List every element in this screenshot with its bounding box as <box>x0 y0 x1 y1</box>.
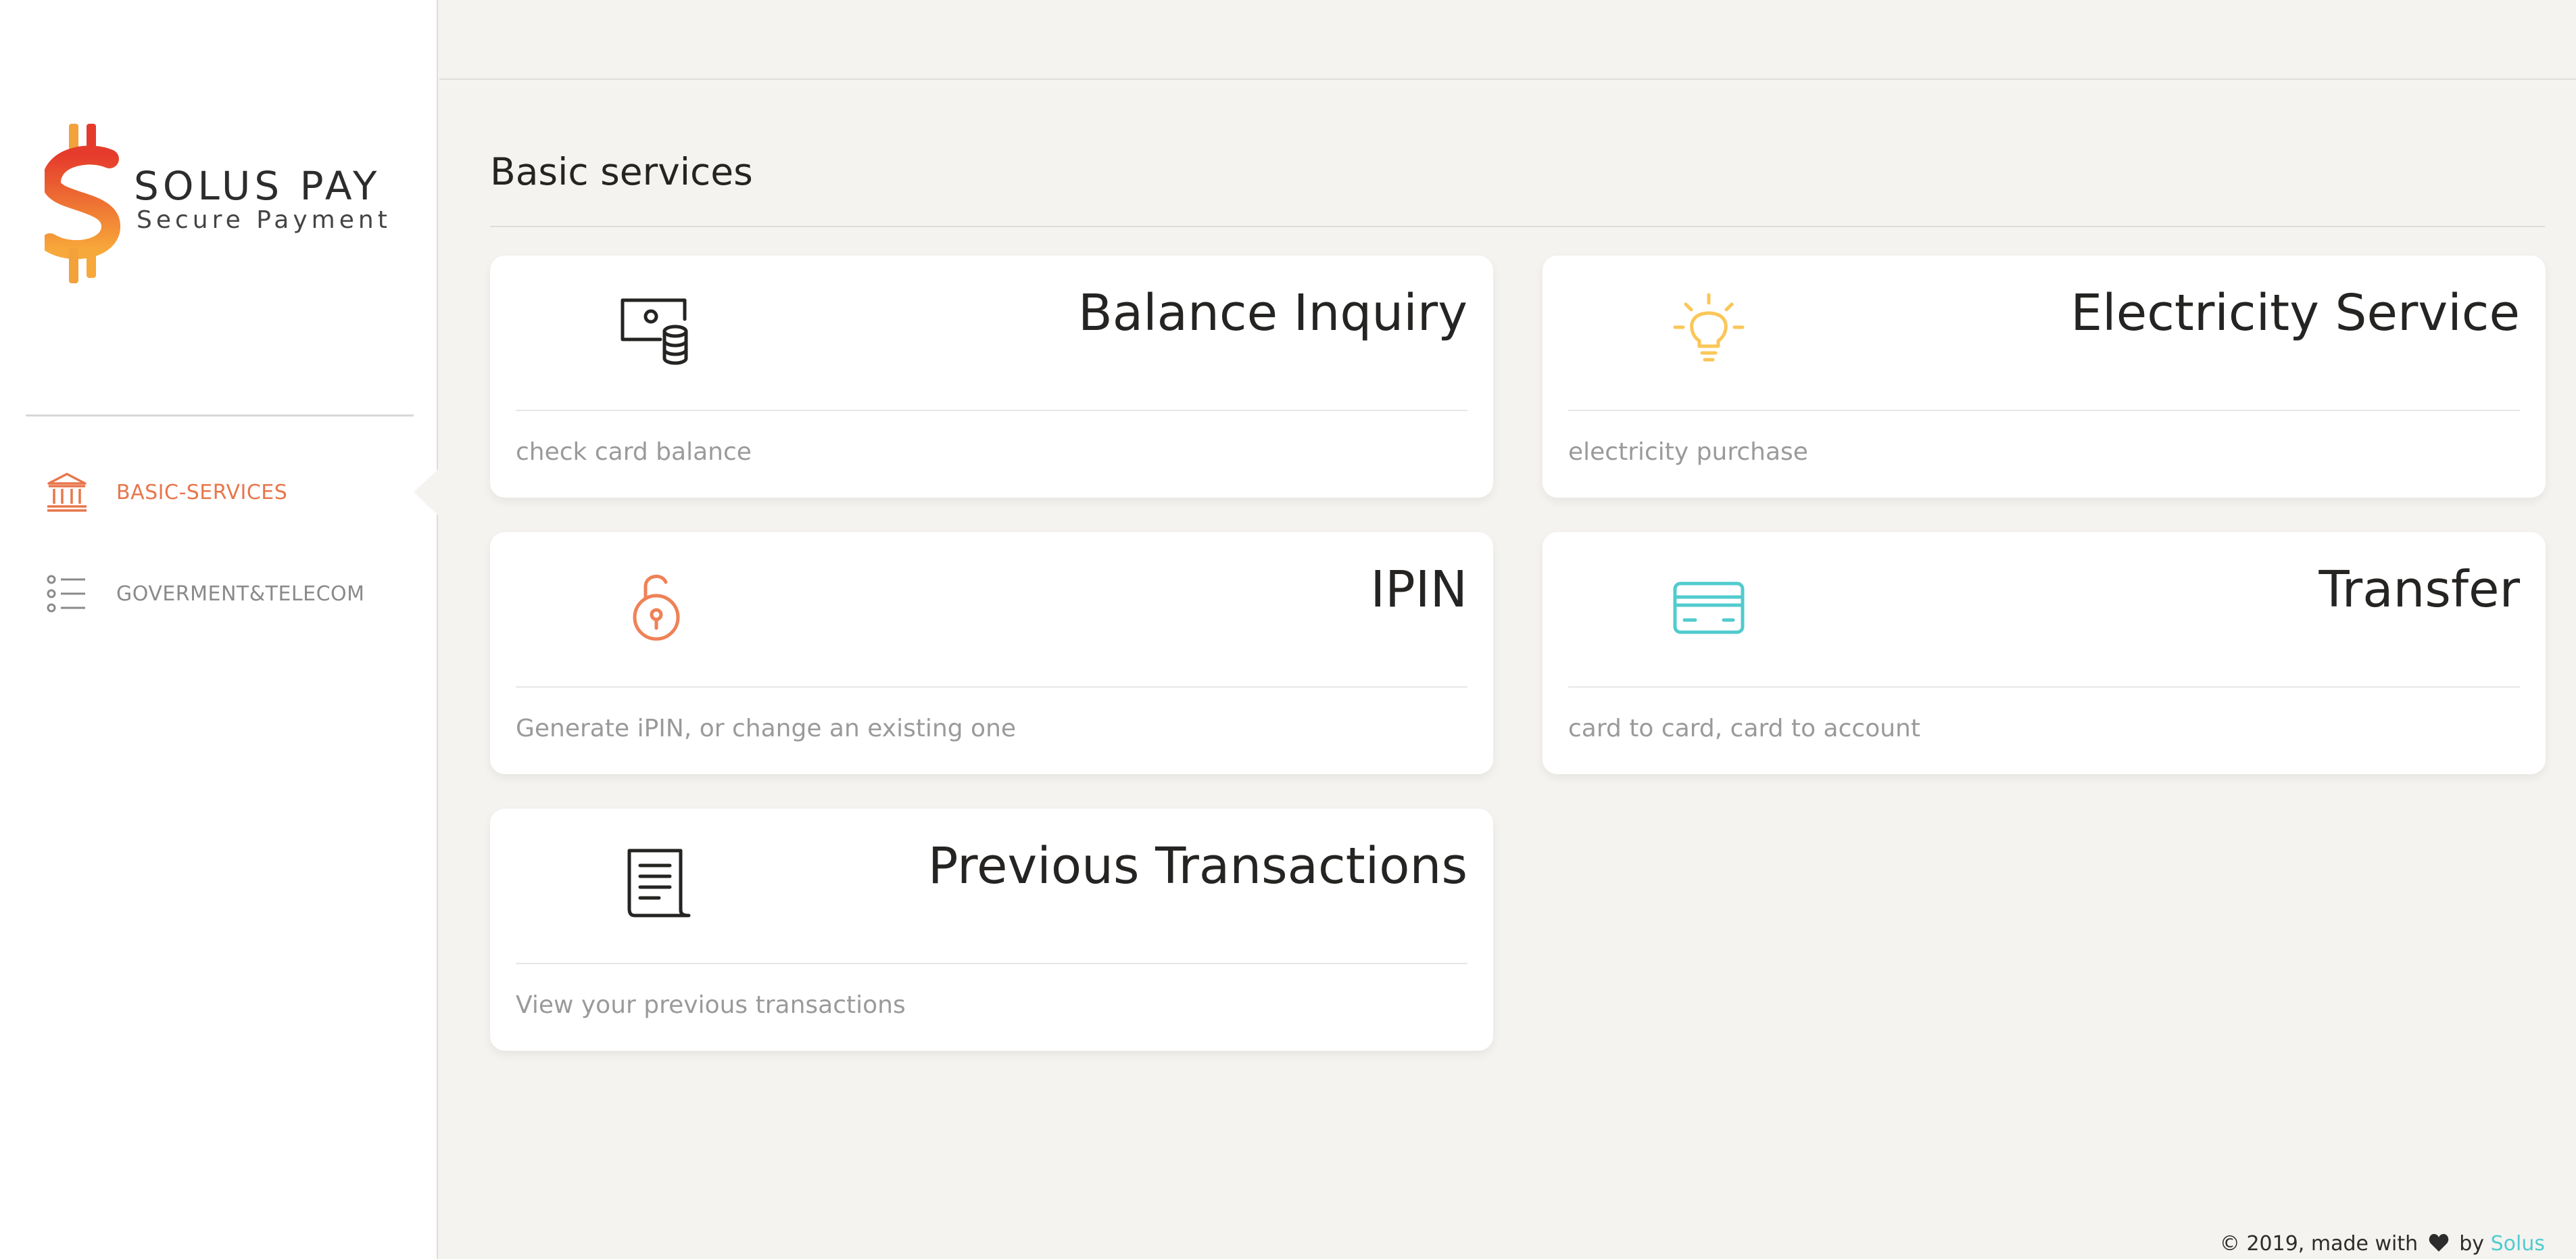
card-divider <box>1568 410 2520 411</box>
footer-credits: © 2019, made with by Solus <box>2220 1232 2545 1256</box>
sidebar: SOLUS PAY Secure Payment BASIC-SERVICES … <box>0 0 439 1259</box>
card-divider <box>516 963 1467 964</box>
active-indicator <box>414 468 439 517</box>
card-divider <box>1568 686 2520 688</box>
credit-card-icon <box>1673 581 1745 634</box>
page-title: Basic services <box>490 150 753 193</box>
previous-transactions-card[interactable]: Previous Transactions View your previous… <box>490 809 1493 1051</box>
sidebar-item-label: GOVERMENT&TELECOM <box>116 581 365 606</box>
card-description: View your previous transactions <box>516 991 906 1019</box>
card-description: card to card, card to account <box>1568 715 1920 742</box>
top-navbar <box>439 0 2576 80</box>
brand-logo[interactable]: SOLUS PAY Secure Payment <box>45 124 410 283</box>
card-title: Transfer <box>2318 561 2520 619</box>
solus-pay-logo-icon <box>45 124 120 283</box>
card-title: IPIN <box>1370 561 1467 619</box>
card-description: Generate iPIN, or change an existing one <box>516 715 1017 742</box>
footer-link-solus[interactable]: Solus <box>2491 1232 2545 1256</box>
electricity-service-card[interactable]: Electricity Service electricity purchase <box>1542 256 2546 498</box>
card-divider <box>516 410 1467 411</box>
footer-prefix: © 2019, made with <box>2219 1232 2419 1256</box>
card-title: Electricity Service <box>2070 284 2520 342</box>
footer-by: by <box>2459 1232 2485 1256</box>
card-title: Previous Transactions <box>927 837 1467 895</box>
sidebar-item-goverment-telecom[interactable]: GOVERMENT&TELECOM <box>45 567 423 621</box>
sidebar-divider <box>26 414 414 417</box>
title-divider <box>490 226 2545 227</box>
brand-name: SOLUS PAY <box>134 163 381 209</box>
brand-tagline: Secure Payment <box>137 206 391 234</box>
card-title: Balance Inquiry <box>1077 284 1467 342</box>
ipin-card[interactable]: IPIN Generate iPIN, or change an existin… <box>490 532 1493 774</box>
sidebar-item-label: BASIC-SERVICES <box>116 480 288 504</box>
money-coins-icon <box>621 298 688 365</box>
list-icon <box>47 575 85 613</box>
bulb-icon <box>1673 293 1745 362</box>
card-divider <box>516 686 1467 688</box>
heart-icon <box>2429 1234 2448 1252</box>
transfer-card[interactable]: Transfer card to card, card to account <box>1542 532 2546 774</box>
balance-inquiry-card[interactable]: Balance Inquiry check card balance <box>490 256 1493 498</box>
sidebar-item-basic-services[interactable]: BASIC-SERVICES <box>45 465 423 519</box>
receipt-icon <box>627 849 691 918</box>
card-description: electricity purchase <box>1568 438 1808 466</box>
bank-icon <box>47 473 87 512</box>
card-description: check card balance <box>516 438 752 466</box>
unlock-icon <box>633 575 680 641</box>
